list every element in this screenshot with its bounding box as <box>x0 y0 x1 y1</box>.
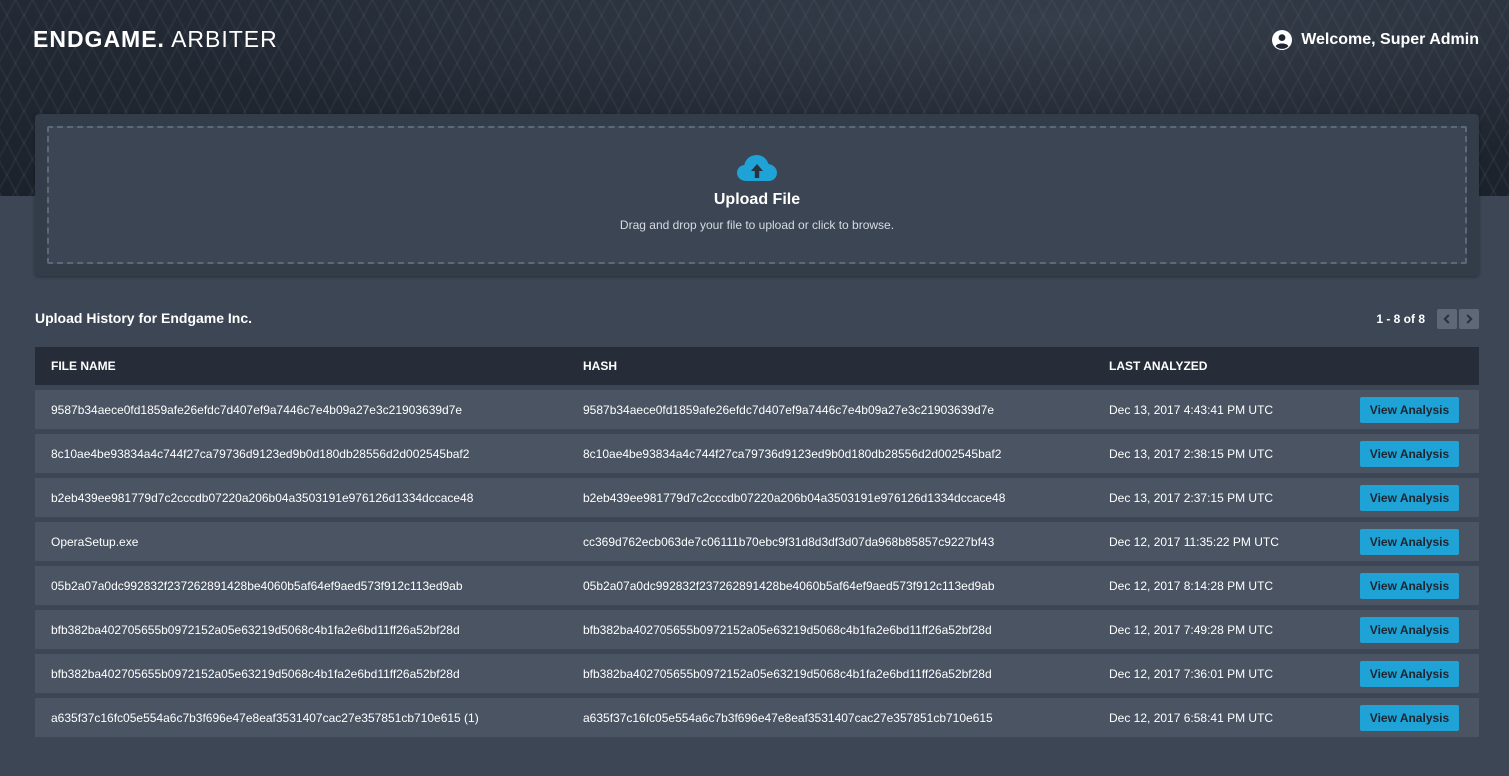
prev-page-button[interactable] <box>1437 309 1457 329</box>
last-analyzed-cell: Dec 12, 2017 8:14:28 PM UTC <box>1109 578 1274 593</box>
user-circle-icon <box>1272 30 1293 50</box>
hash-cell: 05b2a07a0dc992832f237262891428be4060b5af… <box>583 578 995 593</box>
table-header: FILE NAME HASH LAST ANALYZED <box>35 347 1479 385</box>
logo-product: ARBITER <box>171 26 278 52</box>
table-row: a635f37c16fc05e554a6c7b3f696e47e8eaf3531… <box>35 698 1479 737</box>
upload-subtitle: Drag and drop your file to upload or cli… <box>619 217 895 232</box>
actions-cell: View Analysis <box>1360 528 1479 555</box>
table-row: b2eb439ee981779d7c2cccdb07220a206b04a350… <box>35 478 1479 517</box>
view-analysis-button[interactable]: View Analysis <box>1360 396 1459 423</box>
chevron-left-icon <box>1443 314 1450 324</box>
hash-cell: b2eb439ee981779d7c2cccdb07220a206b04a350… <box>583 490 1006 505</box>
actions-cell: View Analysis <box>1360 484 1479 511</box>
hash-cell: 9587b34aece0fd1859afe26efdc7d407ef9a7446… <box>583 402 995 417</box>
column-header-hash[interactable]: HASH <box>583 359 1109 373</box>
view-analysis-button[interactable]: View Analysis <box>1360 440 1459 467</box>
upload-dropzone[interactable]: Upload File Drag and drop your file to u… <box>47 126 1467 264</box>
view-analysis-button[interactable]: View Analysis <box>1360 528 1459 555</box>
next-page-button[interactable] <box>1459 309 1479 329</box>
column-header-file-name[interactable]: FILE NAME <box>35 359 583 373</box>
last-analyzed-cell: Dec 12, 2017 7:36:01 PM UTC <box>1109 666 1274 681</box>
view-analysis-button[interactable]: View Analysis <box>1360 572 1459 599</box>
file-name-cell: 9587b34aece0fd1859afe26efdc7d407ef9a7446… <box>51 402 463 417</box>
file-name-cell: OperaSetup.exe <box>51 534 139 549</box>
last-analyzed-cell: Dec 12, 2017 6:58:41 PM UTC <box>1109 710 1274 725</box>
last-analyzed-cell: Dec 13, 2017 4:43:41 PM UTC <box>1109 402 1274 417</box>
table-row: OperaSetup.exe cc369d762ecb063de7c06111b… <box>35 522 1479 561</box>
actions-cell: View Analysis <box>1360 572 1479 599</box>
chevron-right-icon <box>1466 314 1473 324</box>
table-row: bfb382ba402705655b0972152a05e63219d5068c… <box>35 654 1479 693</box>
actions-cell: View Analysis <box>1360 396 1479 423</box>
file-name-cell: a635f37c16fc05e554a6c7b3f696e47e8eaf3531… <box>51 710 479 725</box>
actions-cell: View Analysis <box>1360 704 1479 731</box>
pagination: 1 - 8 of 8 <box>1376 309 1479 329</box>
table-row: 8c10ae4be93834a4c744f27ca79736d9123ed9b0… <box>35 434 1479 473</box>
hash-cell: 8c10ae4be93834a4c744f27ca79736d9123ed9b0… <box>583 446 1002 461</box>
actions-cell: View Analysis <box>1360 660 1479 687</box>
file-name-cell: bfb382ba402705655b0972152a05e63219d5068c… <box>51 666 460 681</box>
view-analysis-button[interactable]: View Analysis <box>1360 660 1459 687</box>
actions-cell: View Analysis <box>1360 440 1479 467</box>
upload-history-title: Upload History for Endgame Inc. <box>35 310 253 326</box>
hash-cell: a635f37c16fc05e554a6c7b3f696e47e8eaf3531… <box>583 710 993 725</box>
table-row: bfb382ba402705655b0972152a05e63219d5068c… <box>35 610 1479 649</box>
table-row: 05b2a07a0dc992832f237262891428be4060b5af… <box>35 566 1479 605</box>
view-analysis-button[interactable]: View Analysis <box>1360 484 1459 511</box>
table-row: 9587b34aece0fd1859afe26efdc7d407ef9a7446… <box>35 390 1479 429</box>
actions-cell: View Analysis <box>1360 616 1479 643</box>
last-analyzed-cell: Dec 12, 2017 7:49:28 PM UTC <box>1109 622 1274 637</box>
user-menu[interactable]: Welcome, Super Admin <box>1272 30 1479 50</box>
file-name-cell: 05b2a07a0dc992832f237262891428be4060b5af… <box>51 578 463 593</box>
upload-card: Upload File Drag and drop your file to u… <box>35 114 1479 276</box>
column-header-last-analyzed[interactable]: LAST ANALYZED <box>1109 359 1360 373</box>
hash-cell: cc369d762ecb063de7c06111b70ebc9f31d8d3df… <box>583 534 995 549</box>
file-name-cell: bfb382ba402705655b0972152a05e63219d5068c… <box>51 622 460 637</box>
hash-cell: bfb382ba402705655b0972152a05e63219d5068c… <box>583 666 992 681</box>
hash-cell: bfb382ba402705655b0972152a05e63219d5068c… <box>583 622 992 637</box>
pagination-range: 1 - 8 of 8 <box>1376 312 1425 326</box>
upload-history-table: FILE NAME HASH LAST ANALYZED 9587b34aece… <box>35 347 1479 737</box>
view-analysis-button[interactable]: View Analysis <box>1360 616 1459 643</box>
file-name-cell: 8c10ae4be93834a4c744f27ca79736d9123ed9b0… <box>51 446 470 461</box>
upload-title: Upload File <box>713 190 801 208</box>
file-name-cell: b2eb439ee981779d7c2cccdb07220a206b04a350… <box>51 490 474 505</box>
last-analyzed-cell: Dec 13, 2017 2:37:15 PM UTC <box>1109 490 1274 505</box>
view-analysis-button[interactable]: View Analysis <box>1360 704 1459 731</box>
welcome-text: Welcome, Super Admin <box>1301 31 1479 48</box>
last-analyzed-cell: Dec 12, 2017 11:35:22 PM UTC <box>1109 534 1279 549</box>
logo-brand: ENDGAME. <box>33 26 165 52</box>
app-logo[interactable]: ENDGAME. ARBITER <box>33 26 278 53</box>
last-analyzed-cell: Dec 13, 2017 2:38:15 PM UTC <box>1109 446 1274 461</box>
cloud-upload-icon <box>737 154 777 181</box>
